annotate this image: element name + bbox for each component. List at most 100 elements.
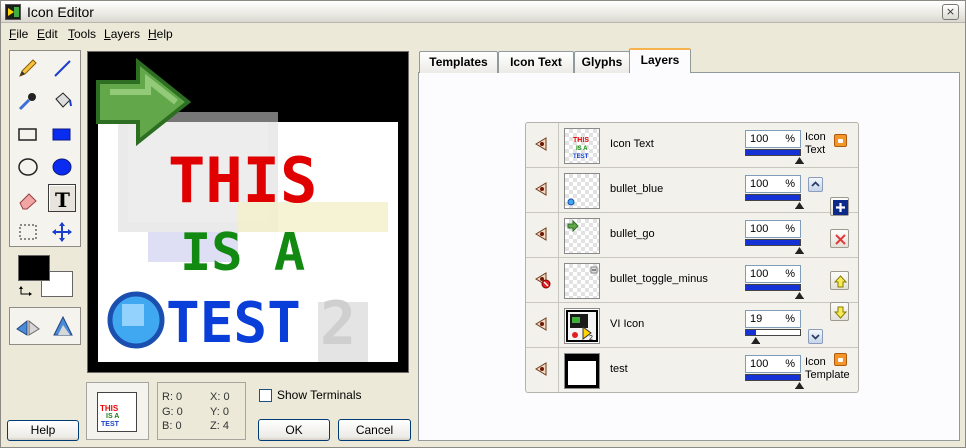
bullet-toggle-minus-thumb (590, 266, 598, 274)
fill-tool[interactable] (48, 87, 76, 115)
layer-thumbnail: 2 (564, 308, 600, 344)
rectangle-tool[interactable] (14, 120, 42, 148)
opacity-slider-fill (746, 375, 800, 380)
opacity-value: 100 (750, 223, 769, 235)
icon-canvas[interactable]: THIS IS A TEST 2 (87, 51, 409, 373)
arrow-down-icon (833, 306, 848, 319)
eyedropper-tool[interactable] (14, 87, 42, 115)
tab-templates[interactable]: Templates (419, 51, 498, 73)
lock-label-line1: Icon (805, 131, 826, 143)
eyedropper-icon (18, 93, 36, 111)
opacity-slider[interactable] (745, 329, 801, 336)
flip-horizontal-icon[interactable] (15, 313, 41, 339)
opacity-slider[interactable] (745, 239, 801, 246)
swap-colors-icon[interactable] (18, 284, 36, 298)
layer-name: bullet_blue (610, 183, 664, 195)
help-button[interactable]: Help (7, 420, 79, 441)
opacity-slider[interactable] (745, 284, 801, 291)
layer-visibility-toggle[interactable] (526, 303, 559, 347)
lock-icon[interactable] (834, 134, 847, 147)
ellipse-tool[interactable] (14, 153, 42, 181)
eraser-tool[interactable] (14, 186, 42, 214)
app-icon (5, 4, 21, 20)
text-tool[interactable]: T (48, 184, 76, 212)
layer-row[interactable]: test 100 % Icon Template (526, 348, 858, 393)
opacity-slider[interactable] (745, 194, 801, 201)
opacity-value: 100 (750, 268, 769, 280)
opacity-slider-thumb[interactable] (795, 382, 804, 389)
layer-thumbnail: THIS IS A TEST (564, 128, 600, 164)
opacity-input[interactable]: 100 % (745, 130, 801, 148)
opacity-input[interactable]: 100 % (745, 265, 801, 283)
move-layer-up-button[interactable] (830, 271, 849, 290)
opacity-value: 19 (750, 313, 763, 325)
menu-layers[interactable]: Layers (104, 27, 140, 41)
opacity-slider-thumb[interactable] (795, 157, 804, 164)
layer-name: bullet_toggle_minus (610, 273, 708, 285)
tab-icon-text[interactable]: Icon Text (498, 51, 574, 73)
layer-visibility-toggle[interactable] (526, 258, 559, 302)
lock-label-line2: Text (805, 144, 826, 156)
opacity-input[interactable]: 19 % (745, 310, 801, 328)
selection-icon (19, 224, 37, 240)
layer-visibility-toggle[interactable] (526, 348, 559, 392)
menu-file[interactable]: File (9, 27, 28, 41)
delete-icon (835, 234, 846, 245)
tab-layers[interactable]: Layers (629, 48, 691, 73)
menu-tools[interactable]: Tools (68, 27, 96, 41)
menu-help[interactable]: Help (148, 27, 173, 41)
flip-palette (9, 307, 81, 345)
move-layer-down-button[interactable] (830, 302, 849, 321)
layer-row[interactable]: bullet_go 100 % (526, 213, 858, 258)
foreground-color-swatch[interactable] (18, 255, 50, 281)
opacity-slider-fill (746, 330, 757, 335)
opacity-slider-thumb[interactable] (795, 202, 804, 209)
pencil-icon (19, 59, 37, 77)
layer-visibility-toggle[interactable] (526, 123, 559, 167)
move-tool[interactable] (48, 218, 76, 246)
opacity-slider-thumb[interactable] (795, 247, 804, 254)
opacity-unit: % (785, 178, 795, 190)
menu-edit[interactable]: Edit (37, 27, 58, 41)
opacity-input[interactable]: 100 % (745, 220, 801, 238)
ok-button[interactable]: OK (258, 419, 330, 441)
opacity-slider-thumb[interactable] (751, 337, 761, 344)
layer-row[interactable]: THIS IS A TEST Icon Text 100 % Icon Text (526, 123, 858, 168)
filled-rectangle-tool[interactable] (48, 120, 76, 148)
pencil-tool[interactable] (14, 54, 42, 82)
selection-tool[interactable] (14, 218, 42, 246)
close-button[interactable]: × (942, 4, 959, 20)
tab-glyphs[interactable]: Glyphs (574, 51, 630, 73)
line-tool[interactable] (48, 54, 76, 82)
layer-visibility-toggle[interactable] (526, 168, 559, 212)
layer-visibility-toggle[interactable] (526, 213, 559, 257)
opacity-input[interactable]: 100 % (745, 175, 801, 193)
canvas-line3: TEST (166, 291, 301, 356)
show-terminals-checkbox[interactable] (259, 389, 272, 402)
opacity-slider[interactable] (745, 374, 801, 381)
layer-name: Icon Text (610, 138, 654, 150)
preview-line3: TEST (101, 421, 119, 428)
opacity-slider-thumb[interactable] (795, 292, 804, 299)
x-value: X: 0 (210, 391, 230, 403)
opacity-slider-fill (746, 240, 800, 245)
red-value: R: 0 (162, 391, 183, 403)
show-terminals-label: Show Terminals (277, 388, 362, 402)
lock-icon[interactable] (834, 353, 847, 366)
svg-text:T: T (55, 188, 70, 210)
scroll-up-button[interactable] (808, 177, 823, 192)
canvas-line1: THIS (168, 144, 317, 217)
scroll-down-button[interactable] (808, 329, 823, 344)
cancel-button[interactable]: Cancel (338, 419, 411, 441)
flip-vertical-icon[interactable] (50, 313, 76, 339)
layer-row[interactable]: bullet_toggle_minus 100 % (526, 258, 858, 303)
green-value: G: 0 (162, 406, 183, 418)
filled-ellipse-tool[interactable] (48, 153, 76, 181)
opacity-slider[interactable] (745, 149, 801, 156)
delete-layer-button[interactable] (830, 229, 849, 248)
text-tool-icon: T (55, 188, 70, 210)
opacity-input[interactable]: 100 % (745, 355, 801, 373)
z-value: Z: 4 (210, 420, 229, 432)
add-layer-button[interactable] (830, 197, 849, 216)
opacity-unit: % (785, 223, 795, 235)
